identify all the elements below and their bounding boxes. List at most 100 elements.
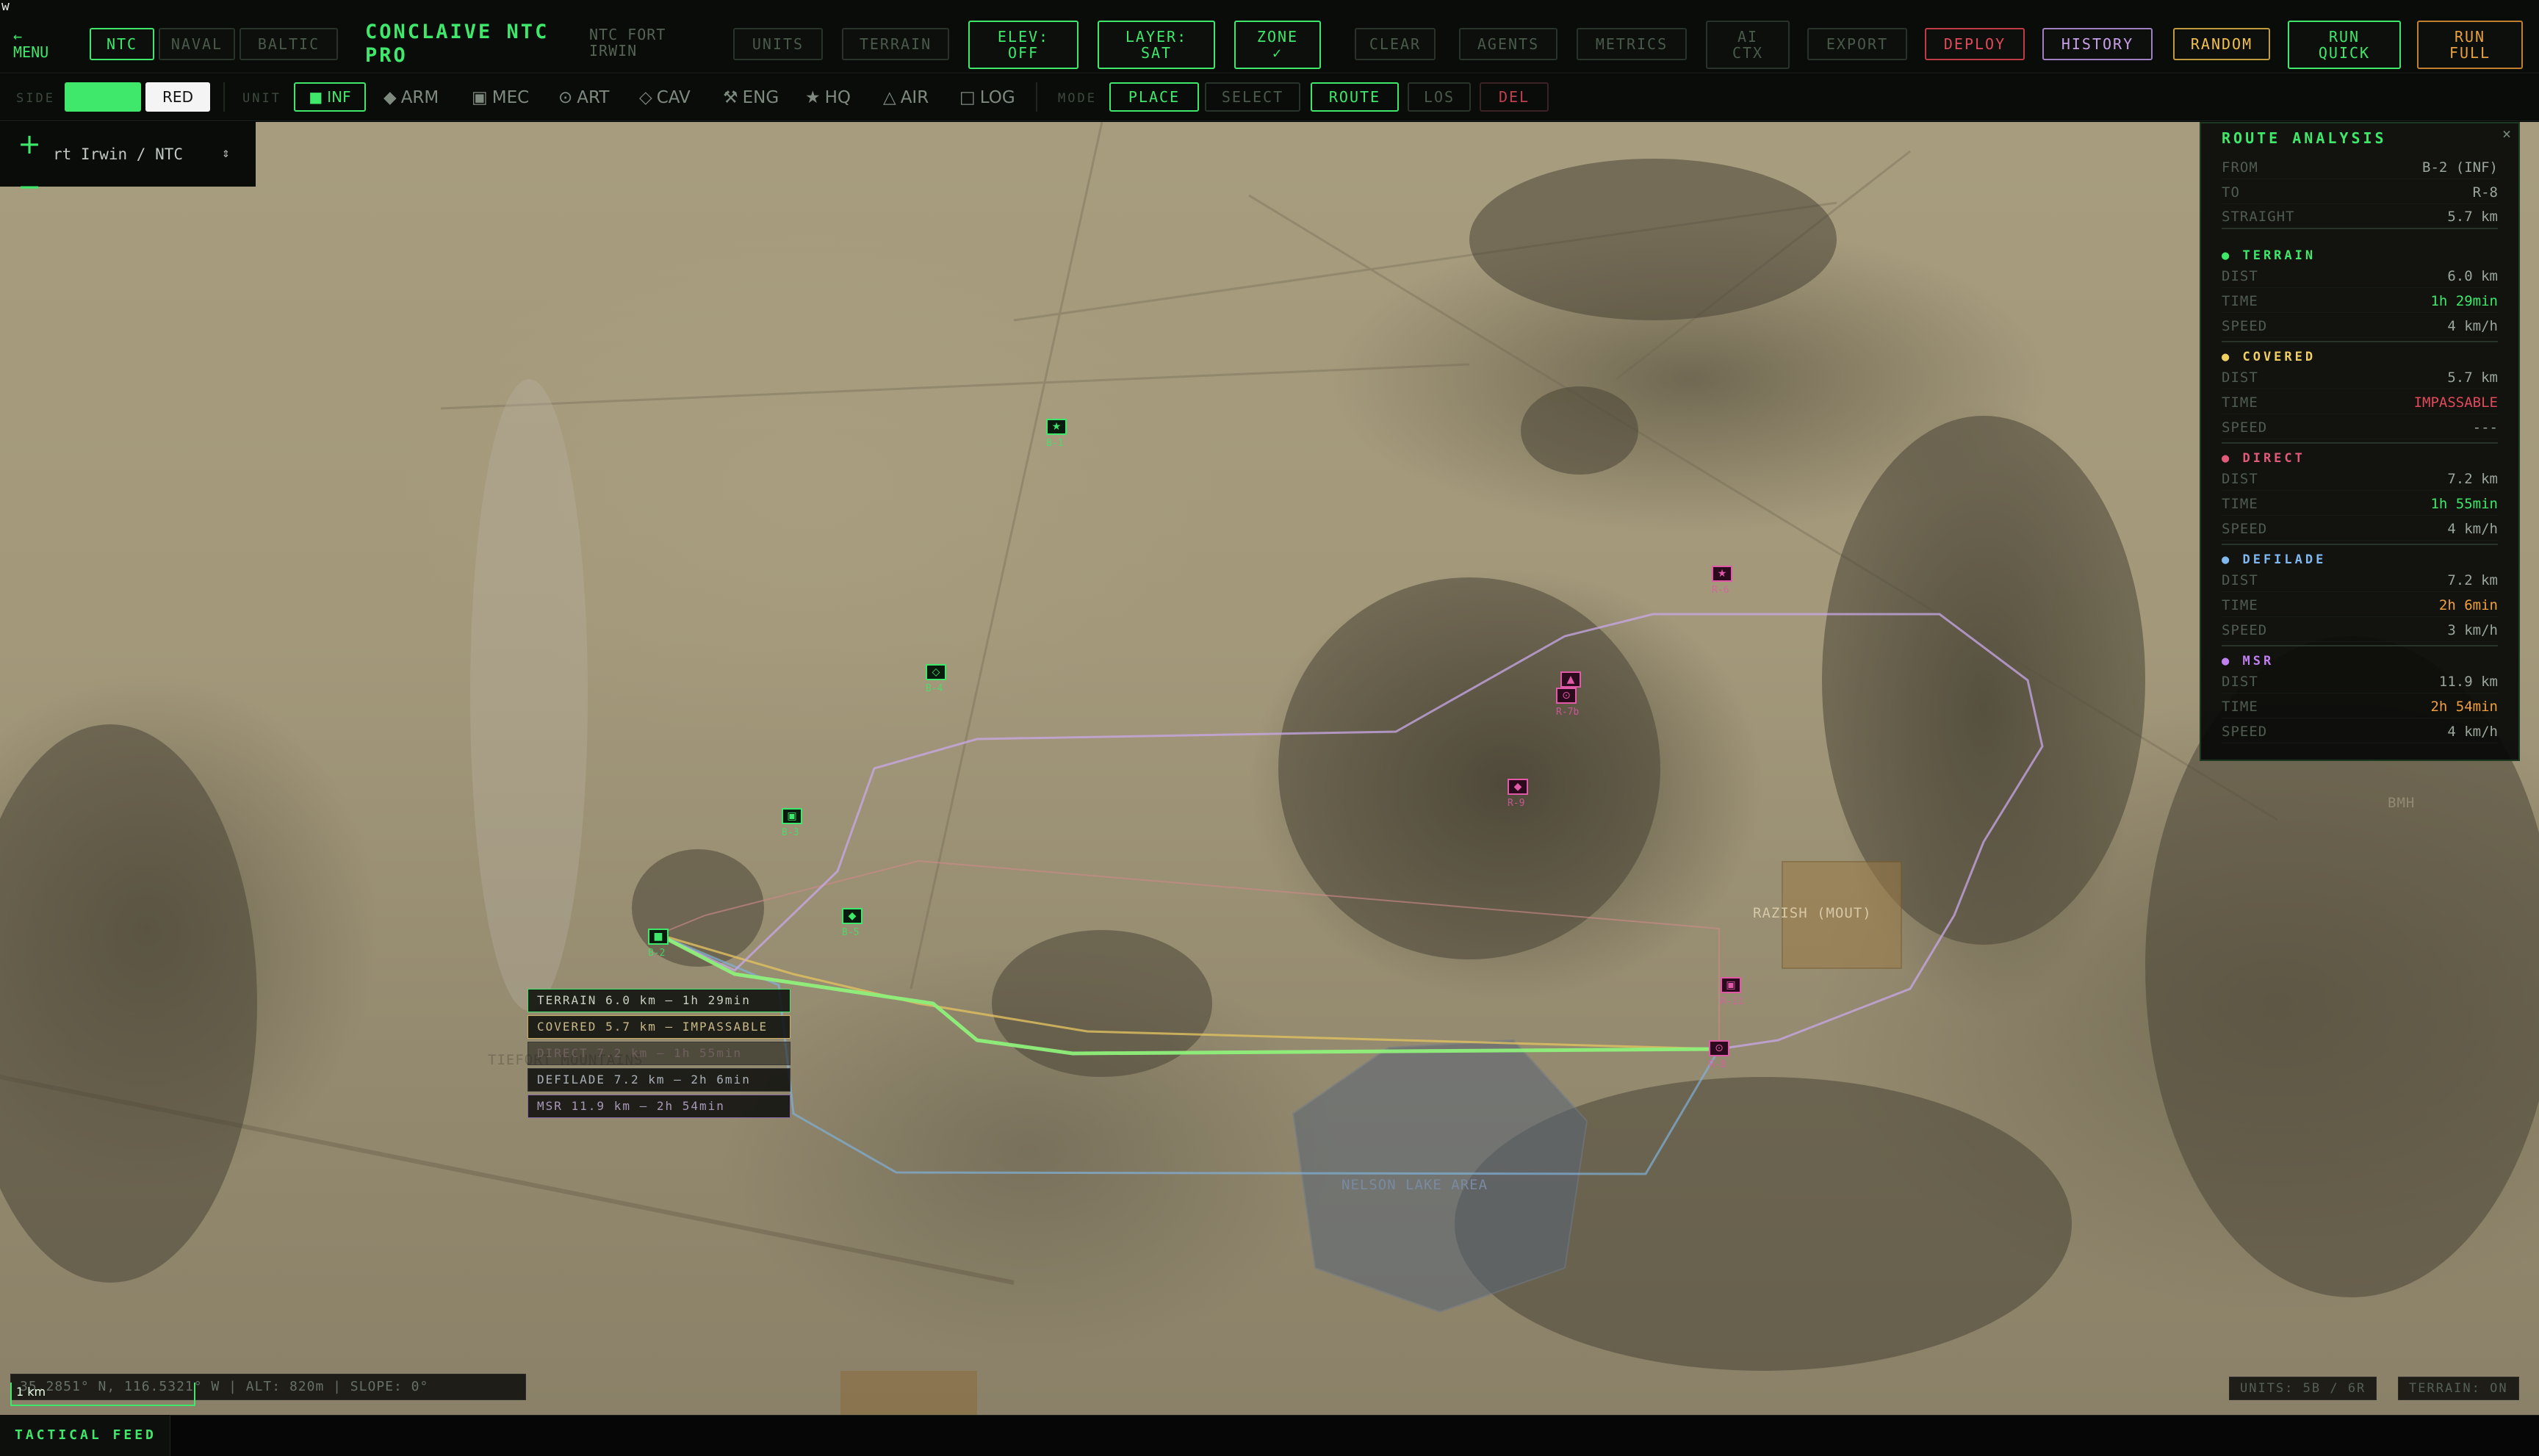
route-time-row: TIME 1h 55min [2222, 492, 2498, 516]
blue-unit-b5[interactable]: ◆ [842, 908, 862, 924]
red-unit-r11[interactable]: ▣ [1721, 977, 1741, 993]
row-value: --- [2472, 419, 2498, 436]
mode-place-button[interactable]: PLACE [1109, 82, 1199, 112]
agents-button[interactable]: AGENTS [1459, 28, 1557, 60]
row-value: 7.2 km [2447, 572, 2498, 588]
red-unit-r7[interactable]: ⊙ [1556, 688, 1577, 704]
app-title: CONCLAIVE NTC PRO [365, 21, 549, 68]
ai-label: AI [1737, 28, 1759, 46]
back-arrow-icon: ← [13, 27, 23, 45]
mode-delete-button[interactable]: DEL [1480, 82, 1549, 112]
menu-button[interactable]: ← MENU [13, 28, 65, 65]
to-row: TO R-8 [2222, 181, 2498, 204]
unit-type-air[interactable]: △ AIR [883, 85, 929, 110]
satellite-map[interactable]: RAZISH (MOUT) TIEFORT MOUNTAINS NELSON L… [0, 122, 2539, 1415]
unit-type-cav[interactable]: ◇ CAV [639, 85, 691, 110]
route-time-row: TIME 1h 29min [2222, 289, 2498, 313]
row-value: 3 km/h [2447, 621, 2498, 638]
theater-ntc-button[interactable]: NTC [90, 28, 154, 60]
row-value: R-8 [2472, 184, 2498, 201]
layer-toggle[interactable]: LAYER: SAT [1098, 21, 1215, 69]
close-icon[interactable]: × [2502, 125, 2511, 143]
zone-toggle[interactable]: ZONE ✓ [1234, 21, 1321, 69]
run-quick-button[interactable]: RUN QUICK [2288, 21, 2401, 69]
blue-unit-b4[interactable]: ◇ [926, 664, 946, 680]
star-icon: ★ [1717, 568, 1727, 580]
red-unit-r8[interactable]: ⊙ [1709, 1040, 1729, 1056]
map-label-nelson: NELSON LAKE AREA [1341, 1177, 1488, 1193]
ctx-label: CTX [1732, 44, 1764, 62]
side-blue-button[interactable]: BLUE [65, 82, 141, 112]
app-title-line1: CONCLAIVE NTC [365, 21, 550, 43]
corner-glyph: w [1, 0, 10, 14]
unit-type-hq[interactable]: ★ HQ [805, 85, 851, 110]
red-unit-r6[interactable]: ★ [1712, 566, 1732, 582]
location-select[interactable]: rt Irwin / NTC [53, 145, 183, 163]
straight-row: STRAIGHT 5.7 km [2222, 206, 2498, 229]
units-button[interactable]: UNITS [733, 28, 823, 60]
unit-type-inf[interactable]: ■ INF [294, 82, 366, 112]
unit-type-mec[interactable]: ▣ MEC [472, 85, 529, 110]
unit-type-label: ART [577, 88, 610, 107]
unit-label: R-7b [1556, 707, 1580, 718]
diamond-icon: ◆ [848, 910, 857, 922]
route-section-header: ● TERRAIN [2222, 248, 2316, 263]
unit-type-log[interactable]: □ LOG [959, 85, 1015, 110]
row-key: STRAIGHT [2222, 209, 2295, 225]
run-full-button[interactable]: RUN FULL [2417, 21, 2523, 69]
clear-button[interactable]: CLEAR [1355, 28, 1436, 60]
route-speed-row: SPEED 3 km/h [2222, 619, 2498, 642]
terrain-button[interactable]: TERRAIN [842, 28, 949, 60]
random-button[interactable]: RANDOM [2173, 28, 2270, 60]
row-value: 4 km/h [2447, 723, 2498, 740]
star-icon: ★ [805, 88, 821, 107]
row-value: IMPASSABLE [2413, 394, 2498, 411]
theater-baltic-button[interactable]: BALTIC [240, 28, 338, 60]
unit-type-label: ARM [400, 88, 439, 107]
mode-route-button[interactable]: ROUTE [1311, 82, 1399, 112]
blue-unit-b3[interactable]: ▣ [782, 808, 802, 824]
history-button[interactable]: HISTORY [2042, 28, 2153, 60]
route-speed-row: SPEED 4 km/h [2222, 720, 2498, 743]
row-value: 5.7 km [2447, 369, 2498, 386]
metrics-button[interactable]: METRICS [1577, 28, 1687, 60]
red-unit-r7-air[interactable]: ▲ [1560, 671, 1581, 688]
mode-select-button[interactable]: SELECT [1205, 82, 1300, 112]
unit-type-eng[interactable]: ⚒ ENG [723, 85, 779, 110]
row-value: 5.7 km [2447, 209, 2498, 225]
app-title-line2: PRO [365, 44, 408, 67]
row-value: 7.2 km [2447, 470, 2498, 487]
blue-unit-b2[interactable]: ■ [648, 929, 669, 945]
zoom-in-button[interactable]: + [15, 129, 44, 159]
ai-context-button[interactable]: AI CTX [1706, 21, 1790, 69]
mode-label: MODE [1058, 91, 1097, 106]
route-dist-row: DIST 5.7 km [2222, 366, 2498, 389]
route-analysis-panel: ROUTE ANALYSIS × FROM B-2 (INF) TO R-8 STR… [2200, 122, 2520, 761]
mode-los-button[interactable]: LOS [1408, 82, 1471, 112]
row-key: DIST [2222, 673, 2258, 690]
deploy-button[interactable]: DEPLOY [1925, 28, 2025, 60]
blue-unit-b1[interactable]: ★ [1046, 419, 1067, 435]
row-key: TIME [2222, 495, 2258, 512]
row-value: 1h 55min [2430, 495, 2498, 512]
zoom-out-button[interactable]: − [15, 172, 44, 201]
row-key: DIST [2222, 369, 2258, 386]
route-label-msr: MSR 11.9 km — 2h 54min [527, 1095, 790, 1118]
scale-bar: 1 km [10, 1383, 195, 1406]
unit-type-arm[interactable]: ◆ ARM [383, 85, 439, 110]
square-icon: ■ [653, 931, 663, 943]
elevation-toggle[interactable]: ELEV: OFF [968, 21, 1078, 69]
unit-type-label: LOG [979, 88, 1015, 107]
unit-type-art[interactable]: ⊙ ART [558, 85, 609, 110]
tactical-feed-tab[interactable]: TACTICAL FEED [0, 1415, 170, 1456]
route-label-defilade: DEFILADE 7.2 km — 2h 6min [527, 1068, 790, 1092]
route-section-header: ● COVERED [2222, 350, 2316, 364]
route-dist-row: DIST 7.2 km [2222, 569, 2498, 592]
side-red-button[interactable]: RED [145, 82, 210, 112]
menu-label: MENU [13, 43, 49, 61]
export-button[interactable]: EXPORT [1807, 28, 1907, 60]
triangle-icon: ▲ [1566, 674, 1575, 685]
row-key: SPEED [2222, 723, 2268, 740]
theater-naval-button[interactable]: NAVAL [159, 28, 235, 60]
red-unit-r9[interactable]: ◆ [1508, 779, 1528, 795]
